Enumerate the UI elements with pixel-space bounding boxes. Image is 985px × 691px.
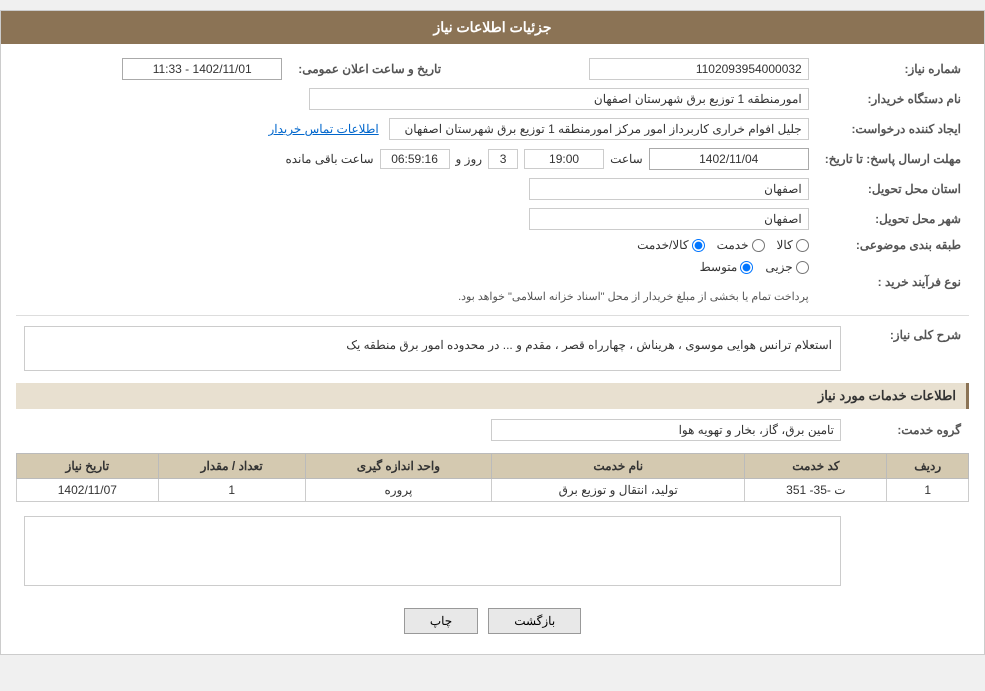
cell-service-name: تولید، انتقال و توزیع برق [492,479,745,502]
cell-unit: پروره [305,479,491,502]
buyer-notes-section [16,512,969,590]
category-kala-khedmat-option[interactable]: کالا/خدمت [637,238,704,252]
response-date-value: 1402/11/04 [649,148,809,170]
cell-date: 1402/11/07 [17,479,159,502]
services-section-title: اطلاعات خدمات مورد نیاز [16,383,969,409]
category-kala-khedmat-label: کالا/خدمت [637,238,688,252]
cell-quantity: 1 [158,479,305,502]
city-value: اصفهان [529,208,809,230]
category-label: طبقه بندی موضوعی: [817,234,969,256]
action-buttons: بازگشت چاپ [16,598,969,644]
contact-link[interactable]: اطلاعات تماس خریدار [268,122,378,136]
buyer-org-value: امورمنطقه 1 توزیع برق شهرستان اصفهان [309,88,809,110]
buyer-notes-value [24,516,841,586]
back-button[interactable]: بازگشت [488,608,581,634]
announcement-date-value: 1402/11/01 - 11:33 [122,58,282,80]
description-value: استعلام ترانس هوایی موسوی ، هریناش ، چها… [24,326,841,371]
process-jozi-label: جزیی [765,260,792,274]
cell-service-code: ت -35- 351 [745,479,887,502]
col-header-code: کد خدمت [745,454,887,479]
category-kala-option[interactable]: کالا [777,238,809,252]
page-header: جزئیات اطلاعات نیاز [1,11,984,44]
page-title: جزئیات اطلاعات نیاز [433,19,551,35]
table-row: 1 ت -35- 351 تولید، انتقال و توزیع برق پ… [17,479,969,502]
col-header-name: نام خدمت [492,454,745,479]
col-header-unit: واحد اندازه گیری [305,454,491,479]
need-number-value: 1102093954000032 [589,58,809,80]
category-khedmat-option[interactable]: خدمت [717,238,765,252]
requester-value: جلیل افوام خراری کاربرداز امور مرکز امور… [389,118,809,140]
buyer-notes-label [849,512,969,590]
remaining-time: 06:59:16 [380,149,450,169]
service-group-section: گروه خدمت: تامین برق، گاز، بخار و تهویه … [16,415,969,445]
process-type-label: نوع فرآیند خرید : [817,256,969,307]
city-label: شهر محل تحویل: [817,204,969,234]
service-group-label: گروه خدمت: [849,415,969,445]
col-header-qty: تعداد / مقدار [158,454,305,479]
province-label: استان محل تحویل: [817,174,969,204]
description-section: شرح کلی نیاز: استعلام ترانس هوایی موسوی … [16,322,969,375]
service-group-value: تامین برق، گاز، بخار و تهویه هوا [491,419,841,441]
response-time-value: 19:00 [524,149,604,169]
category-kala-label: کالا [777,238,793,252]
info-section: شماره نیاز: 1102093954000032 تاریخ و ساع… [16,54,969,307]
process-motavaset-option[interactable]: متوسط [700,260,754,274]
process-motavaset-label: متوسط [700,260,738,274]
requester-label: ایجاد کننده درخواست: [817,114,969,144]
description-label: شرح کلی نیاز: [849,322,969,375]
process-jozi-option[interactable]: جزیی [765,260,808,274]
col-header-row: ردیف [887,454,969,479]
process-note: پرداخت تمام یا بخشی از مبلغ خریدار از مح… [458,290,809,303]
col-header-date: تاریخ نیاز [17,454,159,479]
cell-row-num: 1 [887,479,969,502]
need-number-label: شماره نیاز: [817,54,969,84]
province-value: اصفهان [529,178,809,200]
services-table: ردیف کد خدمت نام خدمت واحد اندازه گیری ت… [16,453,969,502]
announcement-date-label: تاریخ و ساعت اعلان عمومی: [290,54,449,84]
response-time-label: ساعت [610,152,643,166]
days-value: 3 [488,149,518,169]
days-label: روز و [456,152,483,166]
buyer-org-label: نام دستگاه خریدار: [817,84,969,114]
response-deadline-label: مهلت ارسال پاسخ: تا تاریخ: [817,144,969,174]
remaining-label: ساعت باقی مانده [285,152,373,166]
print-button[interactable]: چاپ [404,608,478,634]
category-khedmat-label: خدمت [717,238,749,252]
